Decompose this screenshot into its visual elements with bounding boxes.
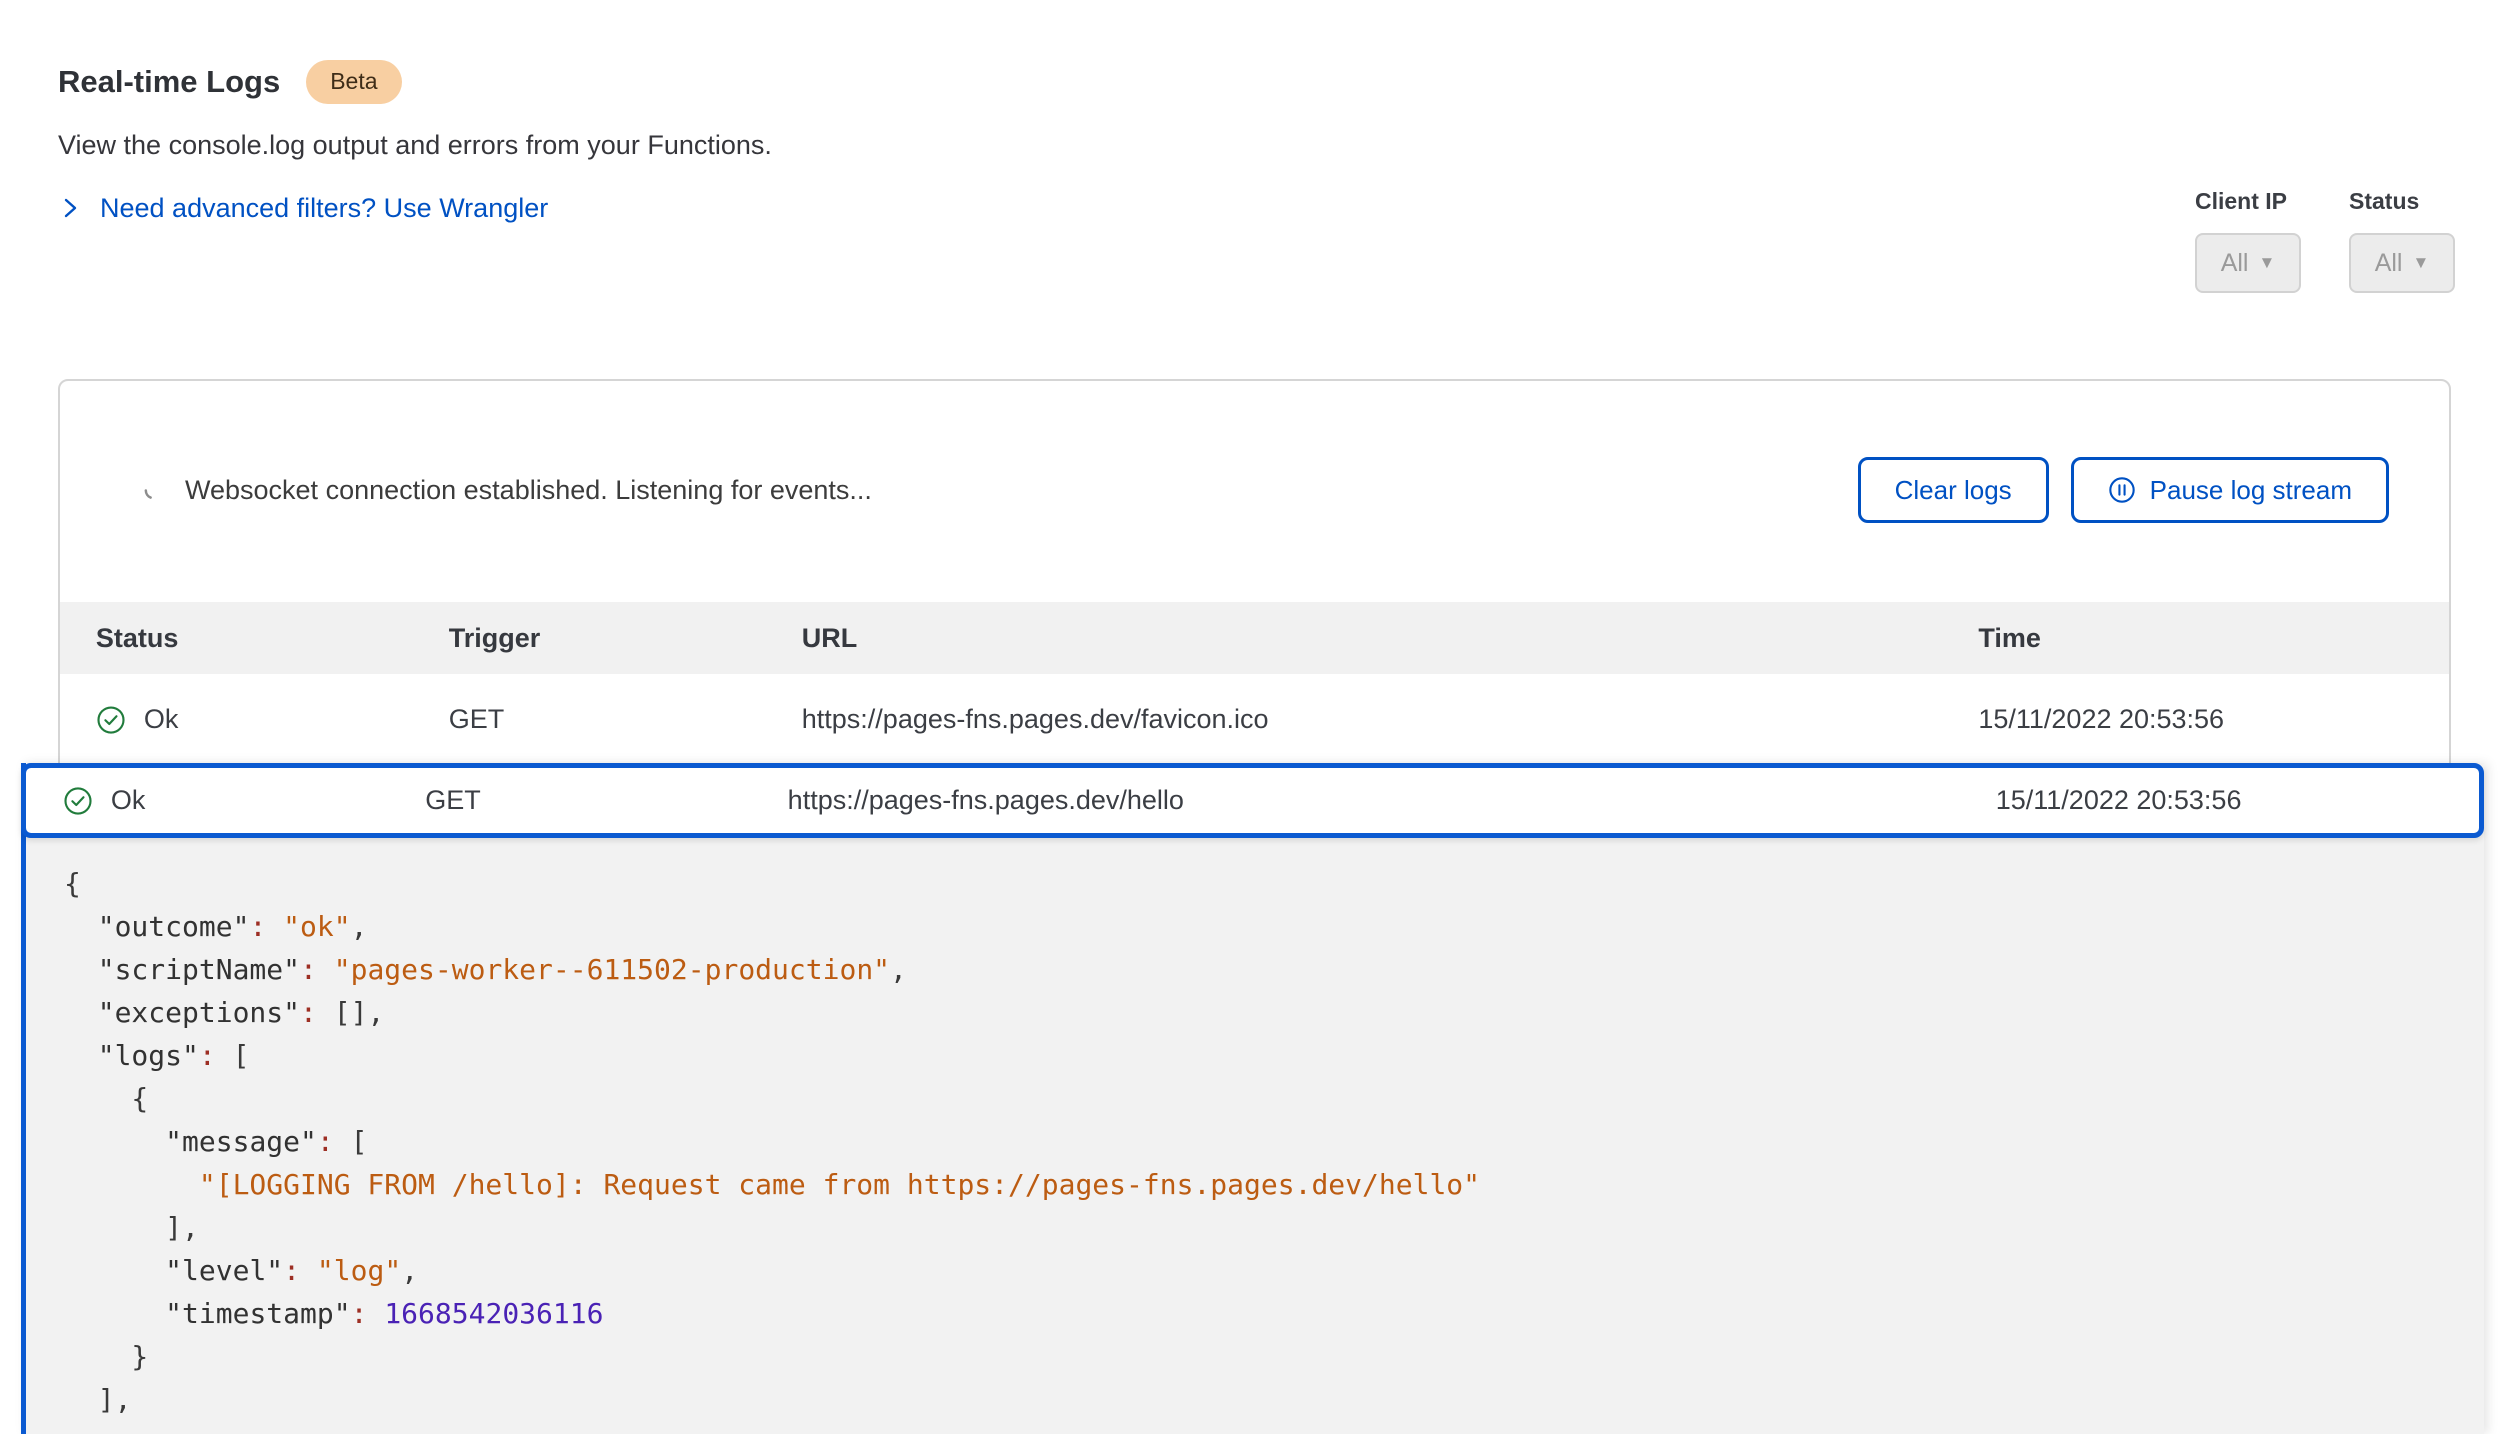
caret-down-icon: ▼ xyxy=(2412,253,2429,273)
table-row[interactable]: Ok GET https://pages-fns.pages.dev/favic… xyxy=(60,674,2449,765)
page-title: Real-time Logs xyxy=(58,64,280,100)
json-line: "logs": [ xyxy=(64,1034,2484,1077)
column-header-trigger: Trigger xyxy=(449,623,802,654)
row-time: 15/11/2022 20:53:56 xyxy=(1978,704,2449,735)
json-line: ], xyxy=(64,1206,2484,1249)
json-line: "level": "log", xyxy=(64,1249,2484,1292)
row-url: https://pages-fns.pages.dev/favicon.ico xyxy=(802,704,1979,735)
chevron-right-icon xyxy=(58,196,82,220)
filters: Client IP All ▼ Status All ▼ xyxy=(2195,188,2455,293)
client-ip-filter-dropdown[interactable]: All ▼ xyxy=(2195,233,2301,293)
json-line: "exceptions": [], xyxy=(64,991,2484,1034)
status-filter-label: Status xyxy=(2349,188,2455,215)
json-line: ], xyxy=(64,1378,2484,1421)
row-trigger: GET xyxy=(425,785,787,816)
pause-log-stream-button[interactable]: Pause log stream xyxy=(2071,457,2389,523)
check-circle-icon xyxy=(63,786,93,816)
json-line: "[LOGGING FROM /hello]: Request came fro… xyxy=(64,1163,2484,1206)
status-filter-value: All xyxy=(2375,249,2403,278)
json-line: "timestamp": 1668542036116 xyxy=(64,1292,2484,1335)
clear-logs-button[interactable]: Clear logs xyxy=(1858,457,2049,523)
json-line: { xyxy=(64,1077,2484,1120)
column-header-time: Time xyxy=(1978,623,2449,654)
client-ip-filter-value: All xyxy=(2221,249,2249,278)
wrangler-link[interactable]: Need advanced filters? Use Wrangler xyxy=(58,193,548,224)
spinner-icon xyxy=(142,479,165,502)
page-header: Real-time Logs Beta View the console.log… xyxy=(58,60,772,224)
column-header-url: URL xyxy=(802,623,1979,654)
expanded-log-panel: Ok GET https://pages-fns.pages.dev/hello… xyxy=(21,763,2484,1434)
json-line: { xyxy=(64,862,2484,905)
expanded-log-row[interactable]: Ok GET https://pages-fns.pages.dev/hello… xyxy=(21,763,2484,838)
row-time: 15/11/2022 20:53:56 xyxy=(1996,785,2479,816)
pause-circle-icon xyxy=(2108,476,2136,504)
clear-logs-label: Clear logs xyxy=(1895,475,2012,506)
check-circle-icon xyxy=(96,705,126,735)
json-line: "scriptName": "pages-worker--611502-prod… xyxy=(64,948,2484,991)
json-line: "message": [ xyxy=(64,1120,2484,1163)
caret-down-icon: ▼ xyxy=(2258,253,2275,273)
client-ip-filter-label: Client IP xyxy=(2195,188,2301,215)
json-viewer: { "outcome": "ok", "scriptName": "pages-… xyxy=(26,838,2484,1421)
row-url: https://pages-fns.pages.dev/hello xyxy=(788,785,1996,816)
row-status: Ok xyxy=(144,704,179,735)
column-header-status: Status xyxy=(96,623,449,654)
log-toolbar: Websocket connection established. Listen… xyxy=(60,381,2449,525)
row-trigger: GET xyxy=(449,704,802,735)
websocket-status: Websocket connection established. Listen… xyxy=(142,475,872,506)
wrangler-link-label: Need advanced filters? Use Wrangler xyxy=(100,193,548,224)
status-filter-dropdown[interactable]: All ▼ xyxy=(2349,233,2455,293)
table-header: Status Trigger URL Time xyxy=(60,602,2449,674)
pause-log-stream-label: Pause log stream xyxy=(2150,475,2352,506)
beta-badge: Beta xyxy=(306,60,401,104)
json-line: } xyxy=(64,1335,2484,1378)
websocket-status-text: Websocket connection established. Listen… xyxy=(185,475,872,506)
page-subtitle: View the console.log output and errors f… xyxy=(58,130,772,161)
json-line: "outcome": "ok", xyxy=(64,905,2484,948)
row-status: Ok xyxy=(111,785,146,816)
